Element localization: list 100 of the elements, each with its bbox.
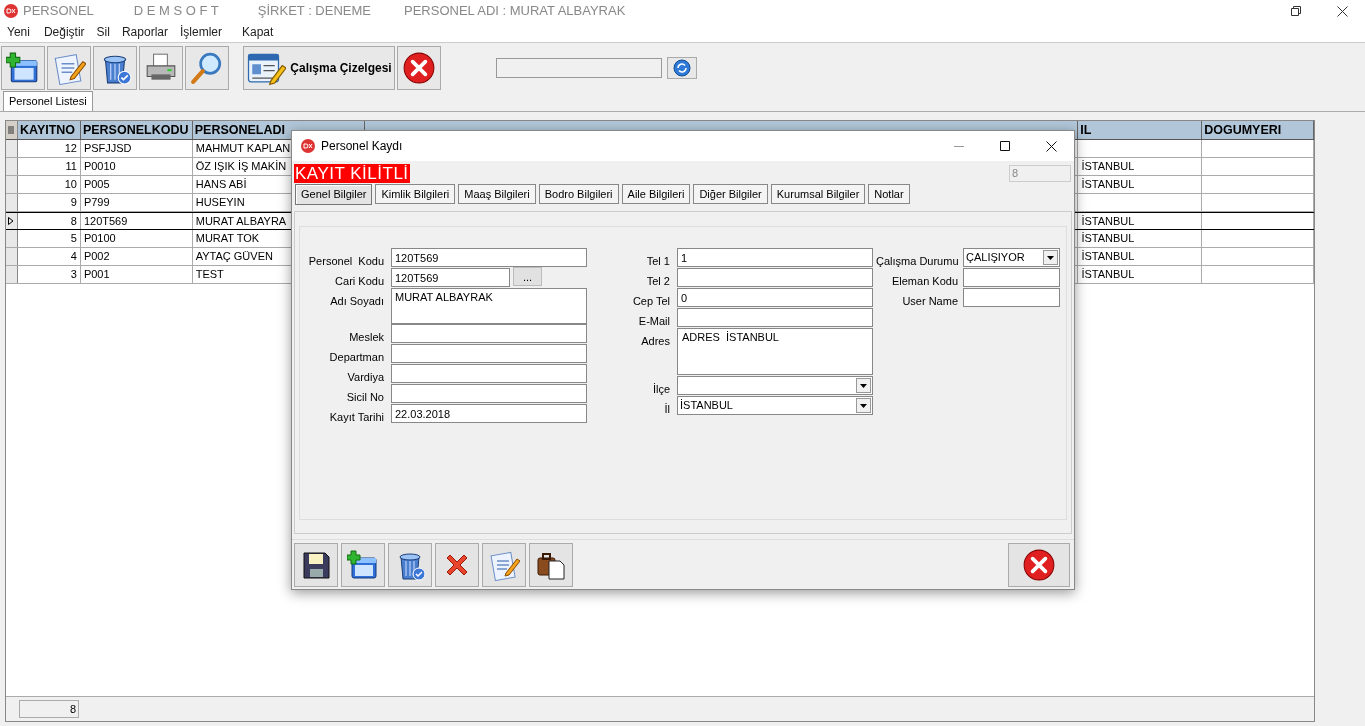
menu-item[interactable]: Değiştir: [43, 23, 85, 41]
field-label: Sicil No: [345, 390, 384, 404]
record-field: 8: [1009, 164, 1071, 182]
tab[interactable]: Personel Listesi: [3, 91, 93, 111]
app-logo-icon: [301, 139, 315, 153]
tab[interactable]: Bodro Bilgileri: [538, 184, 619, 204]
input-field[interactable]: [677, 268, 873, 287]
field-label: Departman: [328, 350, 384, 364]
table-cell: İSTANBUL: [1078, 248, 1203, 265]
record-count: 8: [19, 700, 79, 718]
menu-item[interactable]: Sil: [96, 23, 110, 41]
tab[interactable]: Genel Bilgiler: [295, 183, 373, 205]
table-cell: İSTANBUL: [1078, 230, 1203, 247]
table-cell: 10: [18, 176, 81, 193]
table-cell: İSTANBUL: [1078, 213, 1203, 229]
close-button[interactable]: [1008, 542, 1070, 587]
dropdown-field[interactable]: İSTANBUL: [677, 396, 873, 415]
column-header: PERSONELKODU: [80, 121, 193, 139]
lookup-button[interactable]: ...: [513, 267, 542, 286]
table-cell: PSFJJSD: [80, 140, 193, 157]
brand-name: D E M S O F T: [133, 2, 219, 21]
table-cell: 12: [18, 140, 81, 157]
tab[interactable]: Diğer Bilgiler: [693, 184, 768, 204]
field-label: Adres: [640, 334, 670, 348]
search-field[interactable]: [496, 57, 662, 78]
field-label: İlçe: [651, 382, 670, 396]
dropdown-field[interactable]: ÇALIŞIYOR: [963, 248, 1060, 267]
table-cell: İSTANBUL: [1078, 176, 1203, 193]
column-header: IL: [1078, 121, 1203, 139]
schedule-button[interactable]: Çalışma Çizelgesi: [243, 45, 395, 90]
input-field[interactable]: [963, 268, 1060, 287]
input-field[interactable]: 0: [677, 288, 873, 307]
text-area[interactable]: ADRES İSTANBUL: [677, 328, 873, 375]
input-field[interactable]: [677, 308, 873, 327]
field-label: Adı Soyadı: [329, 294, 384, 308]
dropdown-field[interactable]: [677, 376, 873, 395]
company-name: ŞİRKET : DENEME: [257, 2, 371, 21]
window-plus-icon: [347, 548, 379, 581]
close-icon: [402, 50, 436, 85]
search-icon: [190, 50, 224, 85]
table-cell: 4: [18, 248, 81, 265]
toolbar-button[interactable]: [1, 45, 45, 90]
close-button[interactable]: [397, 45, 441, 90]
table-cell: İSTANBUL: [1078, 266, 1203, 283]
refresh-icon: [673, 58, 691, 77]
text-area[interactable]: MURAT ALBAYRAK: [391, 288, 587, 324]
field-label: Eleman Kodu: [890, 274, 958, 288]
tab[interactable]: Maaş Bilgileri: [458, 184, 536, 204]
toolbar-button[interactable]: [435, 542, 479, 587]
input-field[interactable]: [391, 384, 587, 403]
table-cell: P005: [80, 176, 193, 193]
toolbar-button[interactable]: [529, 542, 573, 587]
input-field[interactable]: 120T569: [391, 268, 510, 287]
input-field[interactable]: 1: [677, 248, 873, 267]
menu-item[interactable]: İşlemler: [180, 23, 222, 41]
menu-item[interactable]: Kapat: [242, 23, 274, 41]
field-label: İl: [663, 402, 670, 416]
field-label: Cep Tel: [631, 294, 670, 308]
table-cell: P0010: [80, 158, 193, 175]
tab[interactable]: Aile Bilgileri: [621, 184, 691, 204]
table-cell: İSTANBUL: [1078, 158, 1203, 175]
tab[interactable]: Kurumsal Bilgiler: [770, 184, 866, 204]
close-icon: [1022, 547, 1056, 582]
table-cell: 11: [18, 158, 81, 175]
tab[interactable]: Notlar: [868, 184, 910, 204]
table-cell: P002: [80, 248, 193, 265]
input-field[interactable]: [391, 344, 587, 363]
current-row-icon: [8, 217, 15, 225]
field-label: Çalışma Durumu: [876, 254, 958, 268]
table-cell: P001: [80, 266, 193, 283]
field-label: Vardiya: [346, 370, 384, 384]
toolbar-button[interactable]: [93, 45, 137, 90]
menu-item[interactable]: Yeni: [7, 23, 30, 41]
toolbar-button[interactable]: [294, 542, 338, 587]
input-field[interactable]: [391, 324, 587, 343]
input-field[interactable]: 22.03.2018: [391, 404, 587, 423]
app-logo-icon: [4, 4, 18, 18]
input-field[interactable]: [963, 288, 1060, 307]
column-header: KAYITNO: [18, 121, 81, 139]
app-title: PERSONEL: [23, 2, 94, 21]
tab[interactable]: Kimlik Bilgileri: [375, 184, 456, 204]
locked-banner: KAYIT KİLİTLİ: [294, 163, 410, 183]
toolbar-button[interactable]: [341, 542, 385, 587]
field-label: E-Mail: [637, 314, 670, 328]
input-field[interactable]: 120T569: [391, 248, 587, 267]
field-label: Kayıt Tarihi: [328, 410, 384, 424]
table-cell: 120T569: [80, 213, 193, 229]
input-field[interactable]: [391, 364, 587, 383]
table-cell: 9: [18, 194, 81, 211]
table-cell: 3: [18, 266, 81, 283]
column-header: DOGUMYERI: [1202, 121, 1314, 139]
personnel-name: PERSONEL ADI : MURAT ALBAYRAK: [404, 2, 626, 21]
table-cell: P0100: [80, 230, 193, 247]
menu-item[interactable]: Raporlar: [121, 23, 168, 41]
table-cell: P799: [80, 194, 193, 211]
table-cell: 5: [18, 230, 81, 247]
field-label: Tel 2: [645, 274, 670, 288]
refresh-button[interactable]: [667, 56, 697, 79]
field-label: Meslek: [348, 330, 384, 344]
window-plus-icon: [6, 50, 40, 85]
